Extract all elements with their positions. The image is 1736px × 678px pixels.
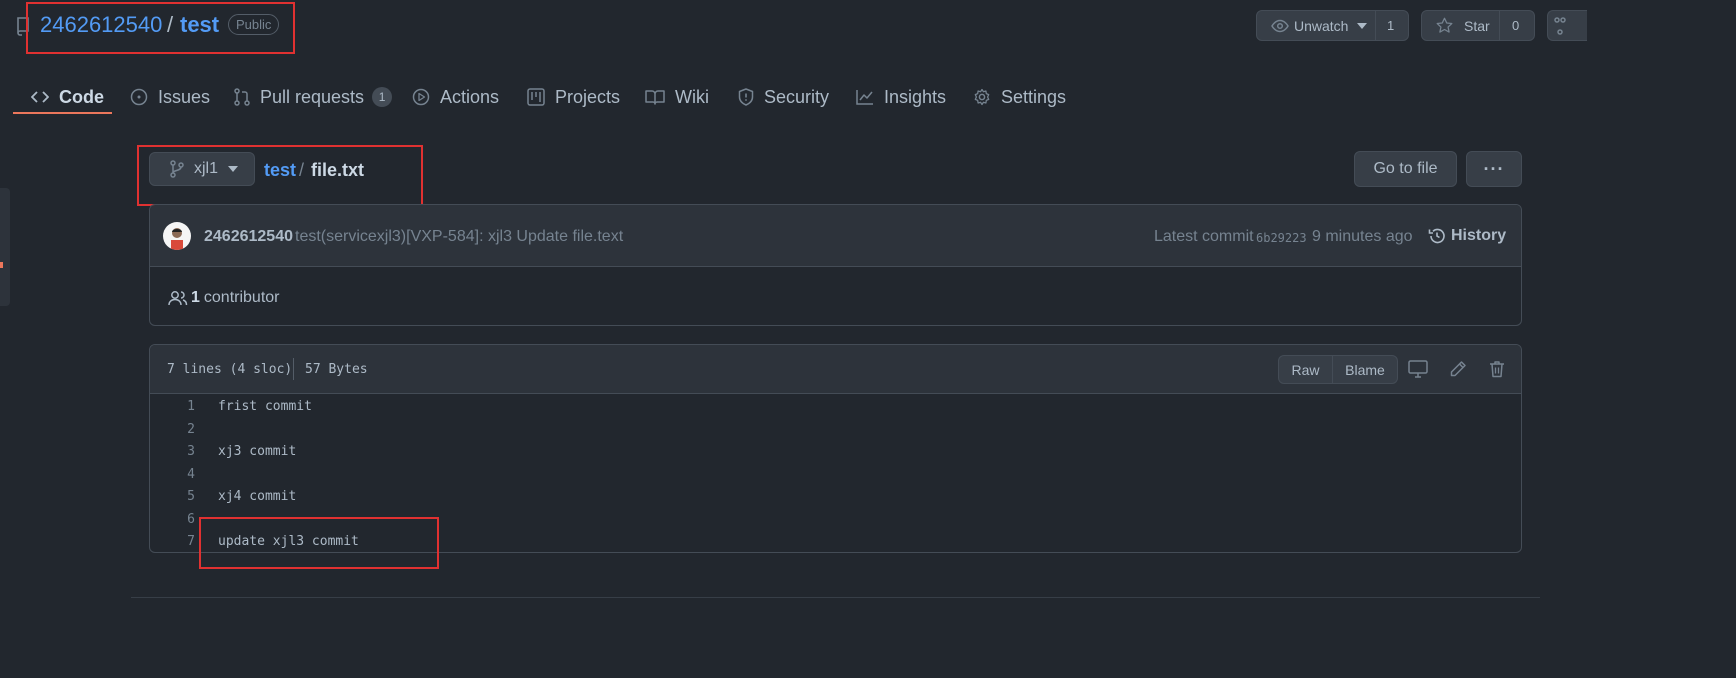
go-to-file-label: Go to file xyxy=(1373,160,1438,177)
pull-request-icon xyxy=(234,88,260,106)
tab-projects-label: Projects xyxy=(555,86,621,107)
raw-label: Raw xyxy=(1291,361,1320,378)
play-icon xyxy=(412,88,440,106)
file-size: 57 Bytes xyxy=(305,362,368,377)
people-icon xyxy=(168,290,188,306)
tab-pull-requests[interactable]: Pull requests 1 xyxy=(234,80,393,114)
pull-requests-count-badge: 1 xyxy=(372,87,393,107)
tab-settings[interactable]: Settings xyxy=(973,80,1066,114)
tab-active-underline xyxy=(13,112,112,114)
star-count: 0 xyxy=(1512,18,1520,33)
tab-security-label: Security xyxy=(764,86,830,107)
watch-count: 1 xyxy=(1387,18,1395,33)
line-number[interactable]: 6 xyxy=(150,512,195,527)
commit-time: 9 minutes ago xyxy=(1312,228,1413,245)
unwatch-label: Unwatch xyxy=(1294,17,1349,34)
history-label: History xyxy=(1451,227,1507,244)
go-to-file-button[interactable]: Go to file xyxy=(1354,151,1457,187)
book-icon xyxy=(645,89,675,105)
history-link[interactable]: History xyxy=(1428,227,1506,245)
line-number[interactable]: 4 xyxy=(150,467,195,482)
shield-icon xyxy=(738,88,764,106)
blame-label: Blame xyxy=(1345,361,1385,378)
page-divider xyxy=(131,597,1540,598)
tab-issues[interactable]: Issues xyxy=(130,80,210,114)
contributor-count: 1 xyxy=(191,289,200,306)
line-content: frist commit xyxy=(218,399,312,414)
tab-issues-label: Issues xyxy=(158,86,211,107)
file-line-count: 7 lines (4 sloc) xyxy=(167,362,293,377)
commit-sha-link[interactable]: 6b29223 xyxy=(1256,231,1307,245)
tab-insights[interactable]: Insights xyxy=(856,80,946,114)
desktop-icon[interactable] xyxy=(1408,360,1428,378)
unwatch-button[interactable]: Unwatch 1 xyxy=(1256,10,1409,41)
blame-button[interactable]: Blame xyxy=(1332,355,1398,384)
branch-name: xjl1 xyxy=(194,160,219,177)
breadcrumb-file-name: file.txt xyxy=(311,160,365,180)
latest-commit-label: Latest commit xyxy=(1154,228,1254,245)
gear-icon xyxy=(973,88,1001,106)
line-number[interactable]: 1 xyxy=(150,399,195,414)
tab-actions[interactable]: Actions xyxy=(412,80,499,114)
repo-separator: / xyxy=(167,12,174,37)
tab-settings-label: Settings xyxy=(1001,86,1067,107)
breadcrumb-dir-link[interactable]: test xyxy=(264,160,296,181)
branch-select-button[interactable]: xjl1 xyxy=(149,152,255,186)
project-icon xyxy=(527,88,555,106)
commit-message-link[interactable]: test(servicexjl3)[VXP-584]: xjl3 Update … xyxy=(295,228,623,246)
tab-insights-label: Insights xyxy=(884,86,947,107)
fork-button[interactable] xyxy=(1547,10,1587,41)
fork-icon xyxy=(1554,16,1566,35)
contributors-row: 1 contributor xyxy=(168,289,280,307)
contributor-label: contributor xyxy=(203,289,280,306)
issue-icon xyxy=(130,88,158,106)
line-number[interactable]: 7 xyxy=(150,534,195,549)
caret-down-icon xyxy=(1357,22,1368,29)
commit-author-link[interactable]: 2462612540 xyxy=(204,228,293,246)
commit-box: 2462612540 test(servicexjl3)[VXP-584]: x… xyxy=(149,204,1522,326)
branch-icon xyxy=(170,160,184,178)
visibility-badge: Public xyxy=(228,14,280,35)
breadcrumb-separator: / xyxy=(299,160,305,180)
star-label: Star xyxy=(1464,17,1490,34)
graph-icon xyxy=(856,89,884,105)
line-content: xj3 commit xyxy=(218,444,297,459)
side-panel-handle[interactable] xyxy=(0,188,10,306)
tab-code-label: Code xyxy=(59,86,104,107)
pencil-icon[interactable] xyxy=(1449,360,1467,378)
tab-code[interactable]: Code xyxy=(31,80,104,114)
avatar[interactable] xyxy=(163,222,191,250)
caret-down-icon xyxy=(228,166,239,172)
line-number[interactable]: 5 xyxy=(150,489,195,504)
code-view: 1 frist commit 2 3 xj3 commit 4 5 xj4 co… xyxy=(150,395,1521,552)
more-options-button[interactable]: ··· xyxy=(1466,151,1522,187)
commit-header: 2462612540 test(servicexjl3)[VXP-584]: x… xyxy=(150,205,1521,267)
kebab-horizontal-icon: ··· xyxy=(1483,158,1505,179)
tab-pull-requests-label: Pull requests xyxy=(260,86,365,107)
file-box: 7 lines (4 sloc) 57 Bytes Raw Blame 1 fr… xyxy=(149,344,1522,553)
line-content: update xjl3 commit xyxy=(218,534,359,549)
repo-icon xyxy=(16,16,32,36)
raw-button[interactable]: Raw xyxy=(1278,355,1333,384)
star-icon xyxy=(1436,17,1453,34)
file-header: 7 lines (4 sloc) 57 Bytes Raw Blame xyxy=(150,345,1521,394)
eye-icon xyxy=(1271,19,1289,33)
tab-actions-label: Actions xyxy=(440,86,500,107)
code-icon xyxy=(31,90,59,104)
trash-icon[interactable] xyxy=(1489,360,1505,378)
tab-wiki-label: Wiki xyxy=(675,86,709,107)
line-number[interactable]: 2 xyxy=(150,422,195,437)
tab-security[interactable]: Security xyxy=(738,80,829,114)
line-content: xj4 commit xyxy=(218,489,297,504)
repo-owner-link[interactable]: 2462612540 xyxy=(40,12,162,38)
line-number[interactable]: 3 xyxy=(150,444,195,459)
repo-name-link[interactable]: test xyxy=(180,12,219,38)
star-button[interactable]: Star 0 xyxy=(1421,10,1535,41)
history-icon xyxy=(1428,227,1446,245)
tab-wiki[interactable]: Wiki xyxy=(645,80,709,114)
tab-projects[interactable]: Projects xyxy=(527,80,620,114)
